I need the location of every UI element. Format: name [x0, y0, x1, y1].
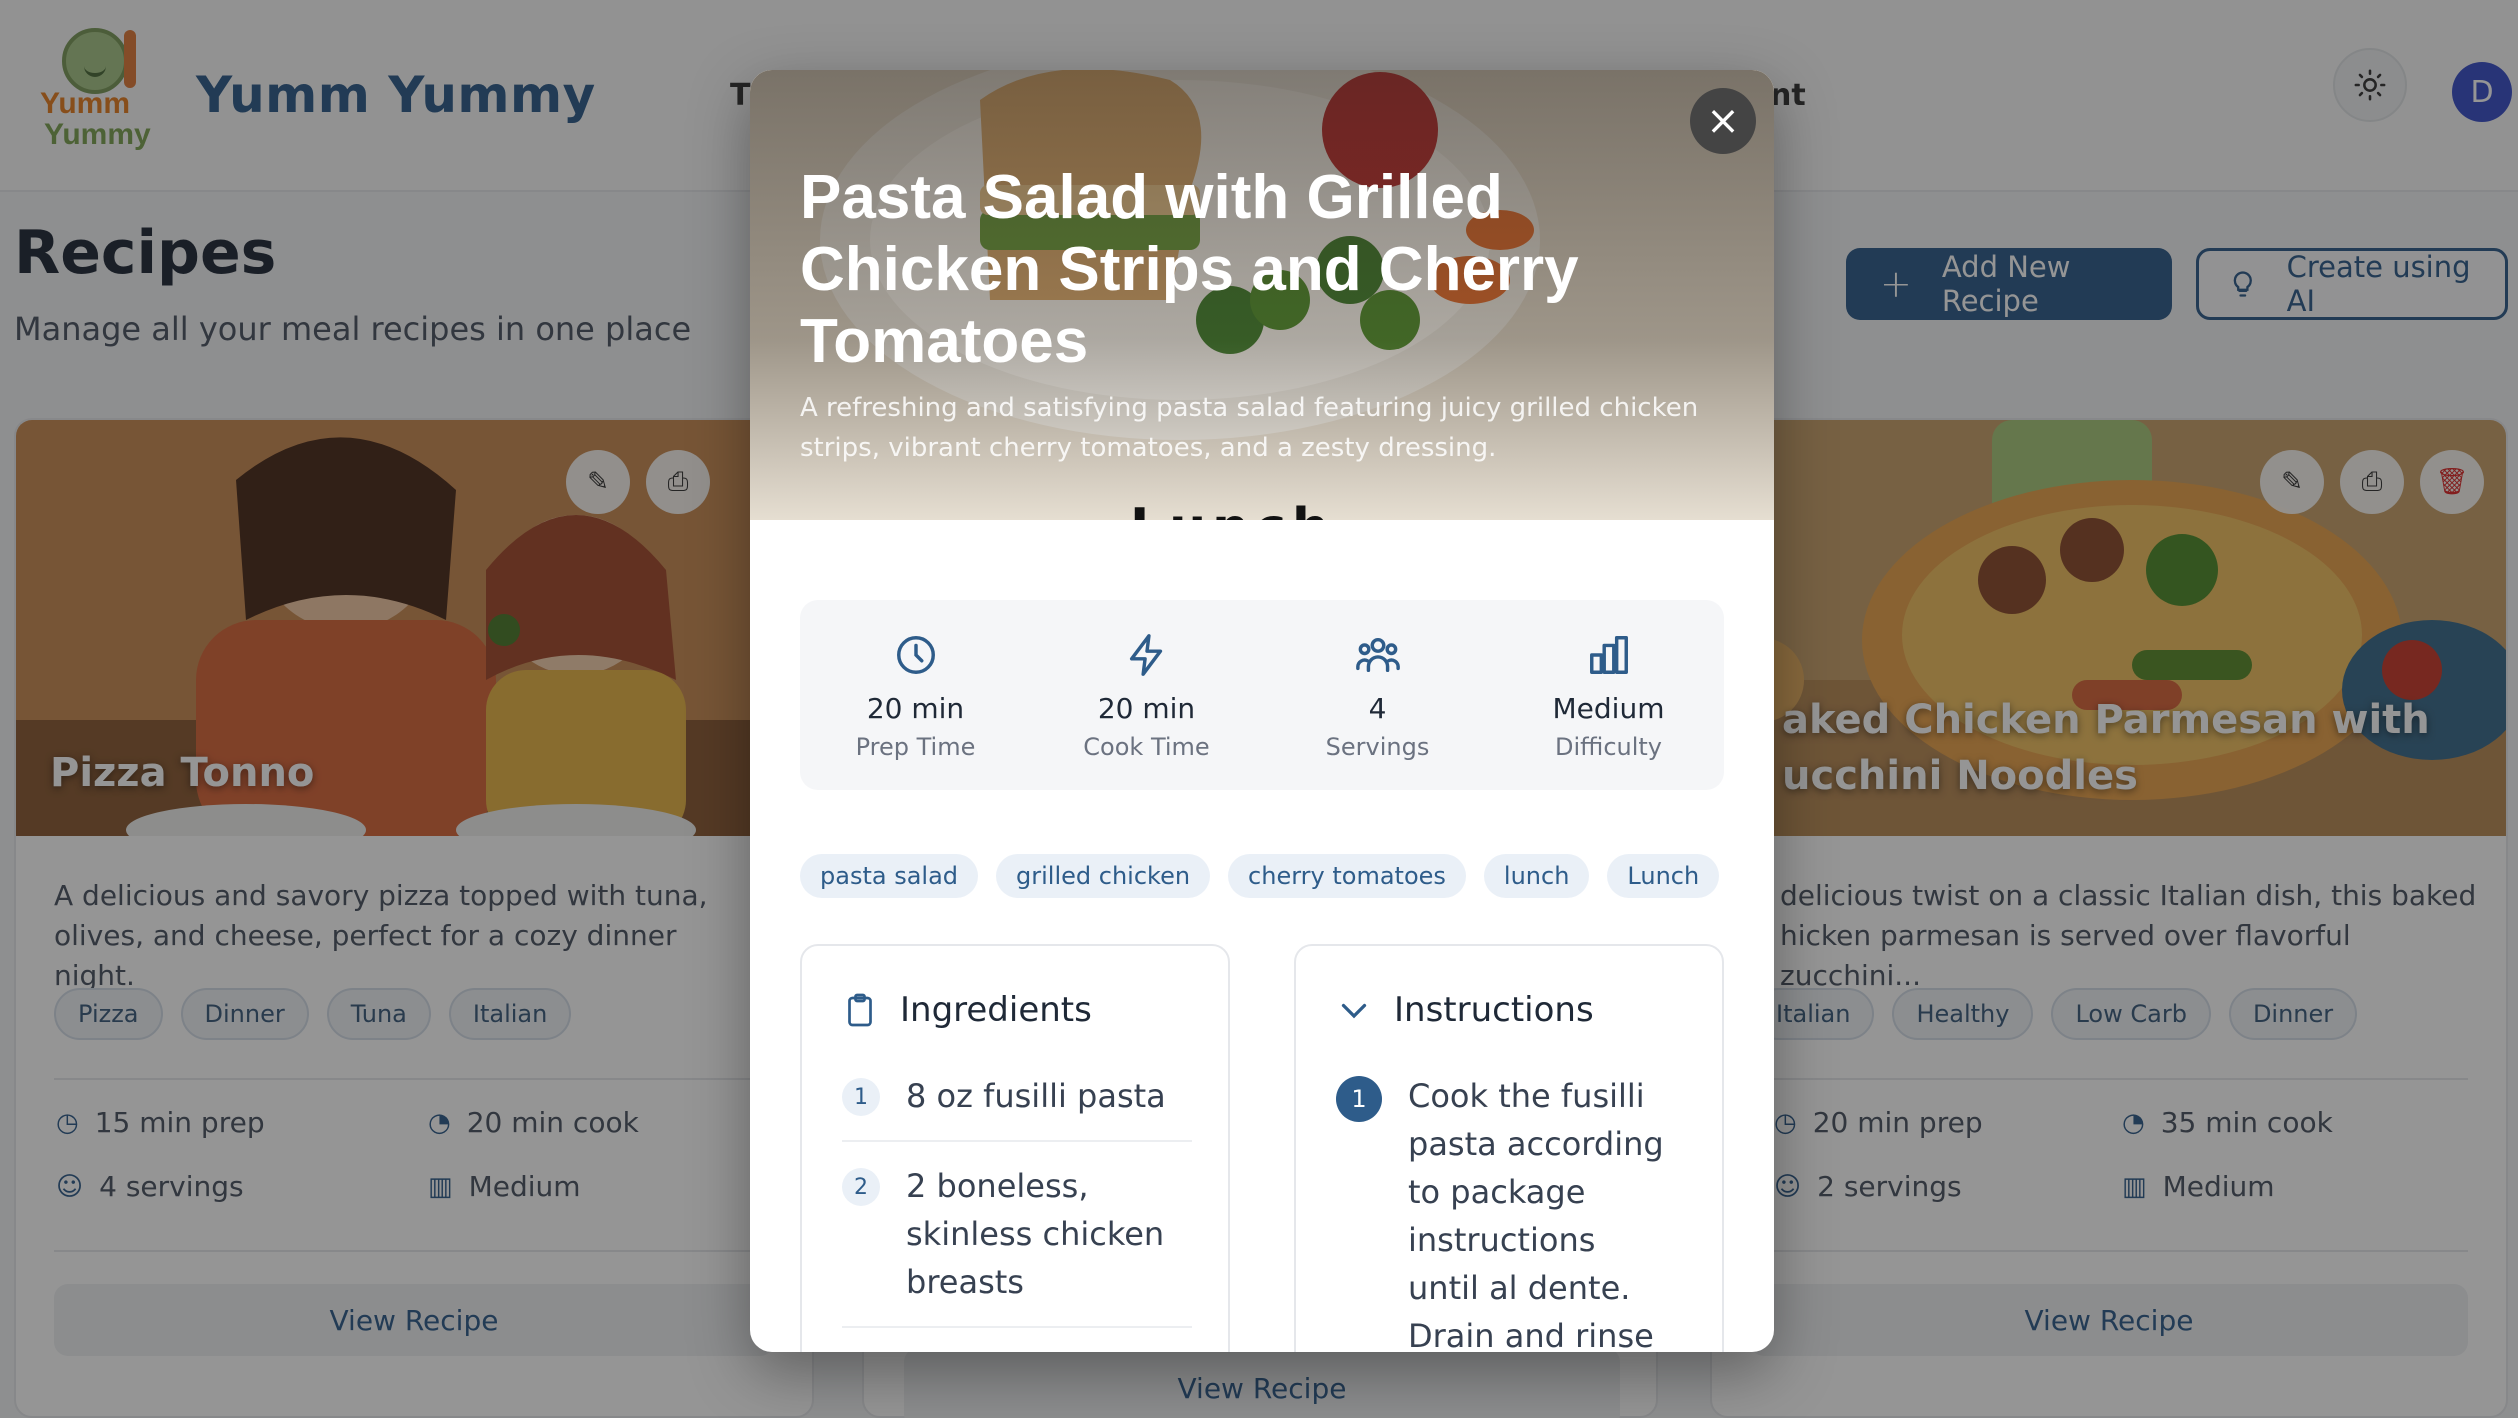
ingredient-number: 1 — [842, 1078, 880, 1116]
ingredients-title: Ingredients — [900, 990, 1092, 1030]
stat-label: Cook Time — [1083, 733, 1210, 761]
stat-value: Medium — [1552, 692, 1665, 725]
instructions-panel: Instructions 1 Cook the fusilli pasta ac… — [1294, 944, 1724, 1352]
ingredient-text: 8 oz fusilli pasta — [906, 1077, 1166, 1115]
close-modal-button[interactable]: × — [1690, 88, 1756, 154]
stat-difficulty: Medium Difficulty — [1493, 600, 1724, 790]
divider — [842, 1140, 1192, 1142]
stat-cook-time: 20 min Cook Time — [1031, 600, 1262, 790]
stat-label: Servings — [1325, 733, 1430, 761]
instructions-header[interactable]: Instructions — [1336, 990, 1594, 1030]
lightning-icon — [1129, 634, 1162, 676]
stat-label: Prep Time — [855, 733, 976, 761]
ingredient-text: 2 boneless, skinless chicken breasts — [906, 1167, 1165, 1301]
stat-servings: 4 Servings — [1262, 600, 1493, 790]
stat-label: Difficulty — [1554, 733, 1663, 761]
chevron-down-icon — [1341, 1003, 1367, 1019]
meal-type-heading: Lunch — [1130, 498, 1335, 520]
instruction-step: 1 Cook the fusilli pasta according to pa… — [1336, 1072, 1686, 1352]
step-text: Cook the fusilli pasta according to pack… — [1408, 1077, 1664, 1352]
tag-chip[interactable]: grilled chicken — [996, 854, 1211, 898]
modal-tags: pasta salad grilled chicken cherry tomat… — [800, 854, 1720, 898]
modal-recipe-description: A refreshing and satisfying pasta salad … — [800, 393, 1699, 463]
recipe-stats: 20 min Prep Time 20 min Cook Time 4 Serv… — [800, 600, 1724, 790]
tag-chip[interactable]: pasta salad — [800, 854, 979, 898]
stat-value: 20 min — [1097, 692, 1196, 725]
divider — [842, 1326, 1192, 1328]
users-icon — [1355, 637, 1400, 673]
clock-icon — [896, 636, 935, 674]
step-number: 1 — [1336, 1076, 1382, 1122]
tag-chip[interactable]: Lunch — [1607, 854, 1720, 898]
tag-chip[interactable]: cherry tomatoes — [1228, 854, 1466, 898]
ingredient-number: 2 — [842, 1168, 880, 1206]
stat-prep-time: 20 min Prep Time — [800, 600, 1031, 790]
modal-recipe-title: Pasta Salad with Grilled Chicken Strips … — [800, 163, 1579, 376]
instructions-title: Instructions — [1394, 990, 1594, 1030]
bar-chart-icon — [1589, 636, 1628, 674]
clipboard-icon — [848, 993, 872, 1027]
recipe-detail-modal: Pasta Salad with Grilled Chicken Strips … — [750, 70, 1774, 1352]
close-icon: × — [1706, 98, 1740, 144]
tag-chip[interactable]: lunch — [1483, 854, 1590, 898]
stat-value: 20 min — [866, 692, 965, 725]
recipe-hero-image: Pasta Salad with Grilled Chicken Strips … — [750, 70, 1774, 520]
ingredients-header: Ingredients — [842, 990, 1092, 1030]
ingredient-item: 2 2 boneless, skinless chicken breasts — [842, 1162, 1192, 1306]
ingredients-panel: Ingredients 1 8 oz fusilli pasta 2 2 bon… — [800, 944, 1230, 1352]
ingredient-item: 1 8 oz fusilli pasta — [842, 1072, 1192, 1120]
stat-value: 4 — [1368, 692, 1387, 725]
